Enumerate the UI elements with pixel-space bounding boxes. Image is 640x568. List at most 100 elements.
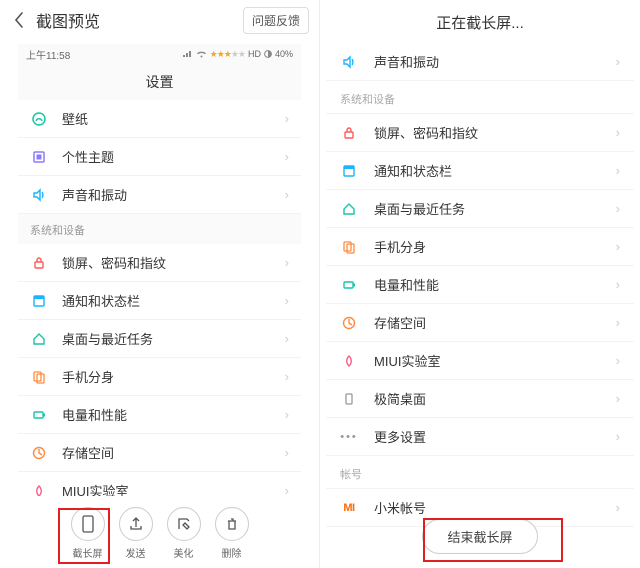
row-label: 小米帐号 — [374, 498, 616, 517]
chevron-right-icon: › — [285, 255, 289, 270]
screenshot-frame: 上午11:58 ★★★★★ HD 40% 设置 壁纸›个性主题›声音和振动›系统… — [18, 44, 301, 496]
settings-row-notif[interactable]: 通知和状态栏› — [18, 282, 301, 320]
row-label: 极简桌面 — [374, 389, 616, 408]
battery-icon — [30, 406, 48, 424]
chevron-right-icon: › — [285, 331, 289, 346]
row-label: MIUI实验室 — [374, 351, 616, 370]
battery-icon — [340, 276, 358, 294]
status-time: 上午11:58 — [26, 47, 70, 62]
chevron-right-icon: › — [285, 407, 289, 422]
back-icon[interactable] — [10, 11, 28, 29]
theme-icon — [30, 148, 48, 166]
sound-icon — [30, 186, 48, 204]
wifi-icon — [196, 50, 207, 58]
chevron-right-icon: › — [616, 125, 620, 140]
long-screenshot-pane: 正在截长屏... 声音和振动›系统和设备锁屏、密码和指纹›通知和状态栏›桌面与最… — [320, 0, 640, 568]
lock-icon — [340, 124, 358, 142]
status-bar: 上午11:58 ★★★★★ HD 40% — [18, 44, 301, 64]
settings-row-lock[interactable]: 锁屏、密码和指纹› — [326, 114, 634, 152]
row-label: 电量和性能 — [374, 275, 616, 294]
settings-row-lock[interactable]: 锁屏、密码和指纹› — [18, 244, 301, 282]
chevron-right-icon: › — [616, 277, 620, 292]
status-battery: 40% — [275, 49, 293, 59]
settings-row-battery[interactable]: 电量和性能› — [18, 396, 301, 434]
chevron-right-icon: › — [285, 445, 289, 460]
lab-icon — [340, 352, 358, 370]
screenshot-preview-pane: 截图预览 问题反馈 上午11:58 ★★★★★ HD 40% 设置 壁纸›个性主… — [0, 0, 320, 568]
row-label: 存储空间 — [62, 443, 285, 462]
edit-icon — [167, 507, 201, 541]
chevron-right-icon: › — [285, 111, 289, 126]
notif-icon — [340, 162, 358, 180]
mi-icon: MI — [340, 499, 358, 517]
settings-row-lab[interactable]: MIUI实验室› — [326, 342, 634, 380]
clone-icon — [30, 368, 48, 386]
row-label: 锁屏、密码和指纹 — [62, 253, 285, 272]
settings-row-more[interactable]: •••更多设置› — [326, 418, 634, 456]
settings-row-home[interactable]: 桌面与最近任务› — [326, 190, 634, 228]
toolbar-share-button[interactable]: 发送 — [119, 507, 153, 560]
feedback-button[interactable]: 问题反馈 — [243, 7, 309, 34]
screen-title: 设置 — [18, 64, 301, 100]
share-icon — [119, 507, 153, 541]
settings-row-wallpaper[interactable]: 壁纸› — [18, 100, 301, 138]
settings-row-storage[interactable]: 存储空间› — [18, 434, 301, 472]
home-icon — [340, 200, 358, 218]
row-label: 存储空间 — [374, 313, 616, 332]
row-label: 更多设置 — [374, 427, 616, 446]
toolbar-label: 截长屏 — [73, 545, 103, 560]
row-label: MIUI实验室 — [62, 481, 285, 496]
toolbar-label: 美化 — [174, 545, 194, 560]
chevron-right-icon: › — [285, 149, 289, 164]
settings-row-clone[interactable]: 手机分身› — [18, 358, 301, 396]
battery-icon — [264, 50, 272, 58]
lock-icon — [30, 254, 48, 272]
end-long-screenshot-button[interactable]: 结束截长屏 — [422, 519, 537, 554]
section-header: 帐号 — [326, 456, 634, 489]
rating-stars-icon: ★★★★★ — [210, 49, 245, 60]
signal-icon — [183, 50, 193, 58]
settings-row-sound[interactable]: 声音和振动› — [18, 176, 301, 214]
settings-row-mini[interactable]: 极简桌面› — [326, 380, 634, 418]
wallpaper-icon — [30, 110, 48, 128]
row-label: 桌面与最近任务 — [62, 329, 285, 348]
row-label: 锁屏、密码和指纹 — [374, 123, 616, 142]
sound-icon — [340, 53, 358, 71]
settings-row-lab[interactable]: MIUI实验室› — [18, 472, 301, 496]
storage-icon — [340, 314, 358, 332]
section-header: 系统和设备 — [18, 214, 301, 244]
home-icon — [30, 330, 48, 348]
chevron-right-icon: › — [616, 500, 620, 515]
long-icon — [71, 507, 105, 541]
row-label: 声音和振动 — [62, 185, 285, 204]
chevron-right-icon: › — [285, 187, 289, 202]
settings-row-battery[interactable]: 电量和性能› — [326, 266, 634, 304]
status-hd: HD — [248, 49, 261, 59]
delete-icon — [215, 507, 249, 541]
settings-row-home[interactable]: 桌面与最近任务› — [18, 320, 301, 358]
chevron-right-icon: › — [285, 293, 289, 308]
left-header: 截图预览 问题反馈 — [0, 0, 319, 40]
chevron-right-icon: › — [285, 483, 289, 496]
toolbar-delete-button[interactable]: 删除 — [215, 507, 249, 560]
row-label: 手机分身 — [374, 237, 616, 256]
settings-row-sound[interactable]: 声音和振动› — [326, 43, 634, 81]
settings-row-storage[interactable]: 存储空间› — [326, 304, 634, 342]
row-label: 手机分身 — [62, 367, 285, 386]
clone-icon — [340, 238, 358, 256]
row-label: 声音和振动 — [374, 52, 616, 71]
row-label: 通知和状态栏 — [62, 291, 285, 310]
chevron-right-icon: › — [285, 369, 289, 384]
settings-row-clone[interactable]: 手机分身› — [326, 228, 634, 266]
settings-row-notif[interactable]: 通知和状态栏› — [326, 152, 634, 190]
chevron-right-icon: › — [616, 315, 620, 330]
toolbar-edit-button[interactable]: 美化 — [167, 507, 201, 560]
right-header: 正在截长屏... — [320, 0, 640, 43]
toolbar-long-button[interactable]: 截长屏 — [71, 507, 105, 560]
settings-row-theme[interactable]: 个性主题› — [18, 138, 301, 176]
row-label: 通知和状态栏 — [374, 161, 616, 180]
lab-icon — [30, 482, 48, 497]
chevron-right-icon: › — [616, 239, 620, 254]
toolbar-label: 删除 — [222, 545, 242, 560]
chevron-right-icon: › — [616, 429, 620, 444]
